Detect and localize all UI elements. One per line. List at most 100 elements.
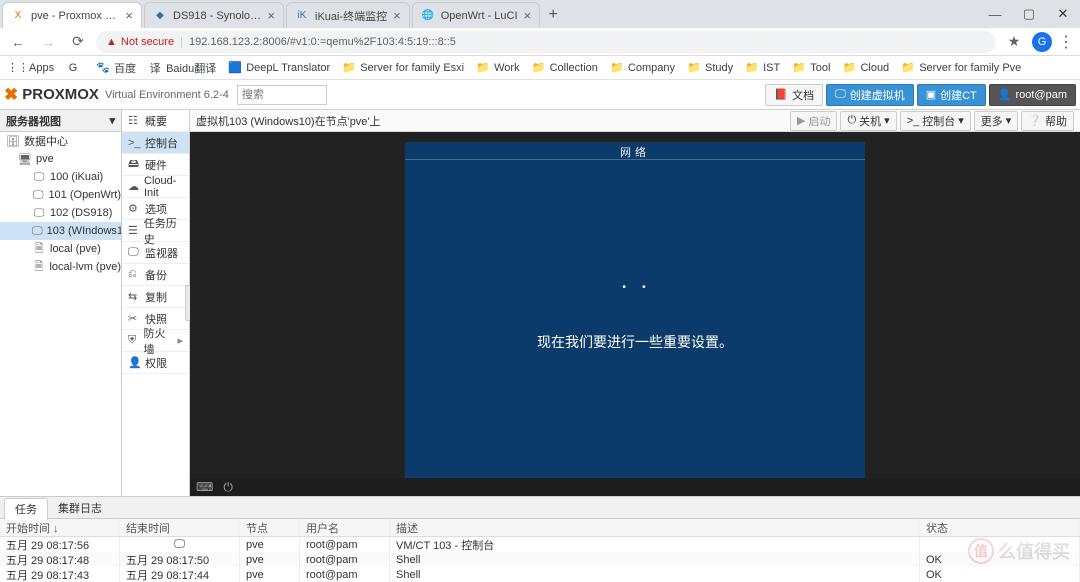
- console-area[interactable]: 网络 • • 现在我们要进行一些重要设置。 ⌨ ⏻: [190, 132, 1080, 496]
- folder-icon: 📁: [342, 61, 356, 75]
- bookmark-item[interactable]: 译Baidu翻译: [143, 58, 221, 78]
- bookmark-item[interactable]: 📁Server for family Pve: [896, 59, 1026, 77]
- tree-title[interactable]: 服务器视图▾: [0, 110, 121, 132]
- menu-label: 硬件: [145, 157, 167, 173]
- main-area: 服务器视图▾ 🗄 数据中心🖥pve🖵100 (iKuai)🖵101 (OpenWr…: [0, 110, 1080, 496]
- menu-icon[interactable]: ⋮: [1058, 32, 1074, 52]
- col-user[interactable]: 用户名: [300, 519, 390, 536]
- col-start[interactable]: 开始时间 ↓: [0, 519, 120, 536]
- docs-button[interactable]: 📕文档: [765, 84, 823, 106]
- maximize-button[interactable]: ▢: [1012, 0, 1046, 28]
- bookmark-item[interactable]: 🟦DeepL Translator: [223, 59, 335, 77]
- tree-label: 数据中心: [24, 133, 68, 149]
- table-row[interactable]: 五月 29 08:17:56🖵pveroot@pamVM/CT 103 - 控制…: [0, 537, 1080, 552]
- browser-tab[interactable]: 🌐OpenWrt - LuCI×: [412, 2, 540, 28]
- terminal-icon: >_: [907, 115, 920, 127]
- browser-tab[interactable]: iKiKuai-终端监控×: [286, 2, 410, 28]
- bookmark-item[interactable]: ⋮⋮Apps: [6, 59, 59, 77]
- col-node[interactable]: 节点: [240, 519, 300, 536]
- url-input[interactable]: ▲ Not secure | 192.168.123.2:8006/#v1:0:…: [96, 31, 996, 53]
- menu-item[interactable]: ☰任务历史: [122, 220, 189, 242]
- table-row[interactable]: 五月 29 08:17:43五月 29 08:17:44pveroot@pamS…: [0, 567, 1080, 582]
- bookmark-item[interactable]: 📁IST: [740, 59, 785, 77]
- create-vm-button[interactable]: 🖵创建虚拟机: [826, 84, 914, 106]
- menu-item[interactable]: ☷概要: [122, 110, 189, 132]
- col-status[interactable]: 状态: [920, 519, 1080, 536]
- new-tab-button[interactable]: +: [540, 2, 566, 28]
- start-button[interactable]: ▶启动: [790, 111, 837, 131]
- shutdown-button[interactable]: ⏻关机 ▾: [840, 111, 896, 131]
- bookmark-label: Work: [494, 62, 519, 74]
- menu-item[interactable]: 👤 权限: [122, 352, 189, 374]
- bookmark-item[interactable]: 📁 Work: [471, 59, 524, 77]
- tree-item[interactable]: 🗎local (pve): [0, 240, 121, 258]
- close-icon[interactable]: ×: [524, 8, 532, 23]
- back-icon[interactable]: ←: [6, 30, 30, 54]
- extension-icon[interactable]: ★: [1002, 30, 1026, 54]
- forward-icon[interactable]: →: [36, 30, 60, 54]
- tree-label: 100 (iKuai): [50, 171, 103, 183]
- close-button[interactable]: ✕: [1046, 0, 1080, 28]
- menu-label: 复制: [145, 289, 167, 305]
- tree-item[interactable]: 🗄 数据中心: [0, 132, 121, 150]
- bookmark-item[interactable]: 📁Server for family Esxi: [337, 59, 469, 77]
- help-button[interactable]: ❔帮助: [1021, 111, 1074, 131]
- bookmark-item[interactable]: 📁Collection: [527, 59, 603, 77]
- url-text: 192.168.123.2:8006/#v1:0:=qemu%2F103:4:5…: [189, 36, 456, 48]
- menu-item[interactable]: >_控制台: [122, 132, 189, 154]
- tree-item[interactable]: 🖵102 (DS918): [0, 204, 121, 222]
- power-icon[interactable]: ⏻: [223, 480, 233, 495]
- menu-item[interactable]: 🖴 硬件: [122, 154, 189, 176]
- bookmark-label: DeepL Translator: [246, 62, 330, 74]
- tree-item[interactable]: 🖵101 (OpenWrt): [0, 186, 121, 204]
- user-menu-button[interactable]: 👤root@pam: [989, 84, 1076, 106]
- close-icon[interactable]: ×: [393, 8, 401, 23]
- bookmark-item[interactable]: G: [61, 59, 89, 77]
- bookmark-item[interactable]: 📁Cloud: [837, 59, 894, 77]
- menu-item[interactable]: ☁Cloud-Init: [122, 176, 189, 198]
- bookmark-item[interactable]: 📁Tool: [787, 59, 835, 77]
- browser-tab[interactable]: ◆DS918 - Synology DiskStation×: [144, 2, 284, 28]
- node-icon: 🗄: [6, 135, 20, 148]
- setup-message: 现在我们要进行一些重要设置。: [405, 332, 865, 352]
- search-input[interactable]: [237, 85, 327, 105]
- tab-title: DS918 - Synology DiskStation: [173, 10, 261, 22]
- menu-item[interactable]: ⛨防火墙▸: [122, 330, 189, 352]
- bookmark-item[interactable]: 📁Study: [682, 59, 738, 77]
- bookmark-item[interactable]: 🐾百度: [91, 58, 141, 78]
- menu-item[interactable]: ⇆复制: [122, 286, 189, 308]
- reload-icon[interactable]: ⟳: [66, 30, 90, 54]
- more-button[interactable]: 更多 ▾: [974, 111, 1019, 131]
- browser-tab[interactable]: Xpve - Proxmox Virtual Environm×: [2, 2, 142, 28]
- profile-avatar[interactable]: G: [1032, 32, 1052, 52]
- col-desc[interactable]: 描述: [390, 519, 920, 536]
- tab-title: pve - Proxmox Virtual Environm: [31, 10, 119, 22]
- table-row[interactable]: 五月 29 08:17:48五月 29 08:17:50pveroot@pamS…: [0, 552, 1080, 567]
- close-icon[interactable]: ×: [267, 8, 275, 23]
- create-ct-button[interactable]: ▣创建CT: [917, 84, 986, 106]
- tab-tasks[interactable]: 任务: [4, 498, 48, 520]
- bookmark-item[interactable]: 📁Company: [605, 59, 680, 77]
- menu-icon: 🖴: [128, 155, 140, 174]
- menu-icon: ☷: [128, 114, 140, 127]
- tree-item[interactable]: 🖥pve: [0, 150, 121, 168]
- tree-item[interactable]: 🖵100 (iKuai): [0, 168, 121, 186]
- folder-icon: 📁: [476, 61, 490, 75]
- menu-item[interactable]: ⎌备份: [122, 264, 189, 286]
- server-tree: 🗄 数据中心🖥pve🖵100 (iKuai)🖵101 (OpenWrt)🖵102 …: [0, 132, 121, 496]
- close-icon[interactable]: ×: [125, 8, 133, 23]
- menu-icon: 👤: [128, 356, 140, 369]
- menu-label: Cloud-Init: [144, 175, 183, 199]
- pve-header: ✖ PROXMOX Virtual Environment 6.2-4 📕文档 …: [0, 80, 1080, 110]
- minimize-button[interactable]: —: [978, 0, 1012, 28]
- menu-item[interactable]: 🖵监视器: [122, 242, 189, 264]
- keyboard-icon[interactable]: ⌨: [196, 480, 213, 494]
- tree-item[interactable]: 🖵103 (WIndows10): [0, 222, 121, 240]
- tab-cluster-log[interactable]: 集群日志: [48, 498, 112, 518]
- col-end[interactable]: 结束时间: [120, 519, 240, 536]
- menu-label: 权限: [145, 355, 167, 371]
- tree-item[interactable]: 🗎local-lvm (pve): [0, 258, 121, 276]
- server-tree-pane: 服务器视图▾ 🗄 数据中心🖥pve🖵100 (iKuai)🖵101 (OpenWr…: [0, 110, 122, 496]
- bookmark-label: 百度: [114, 60, 136, 76]
- console-button[interactable]: >_控制台 ▾: [900, 111, 971, 131]
